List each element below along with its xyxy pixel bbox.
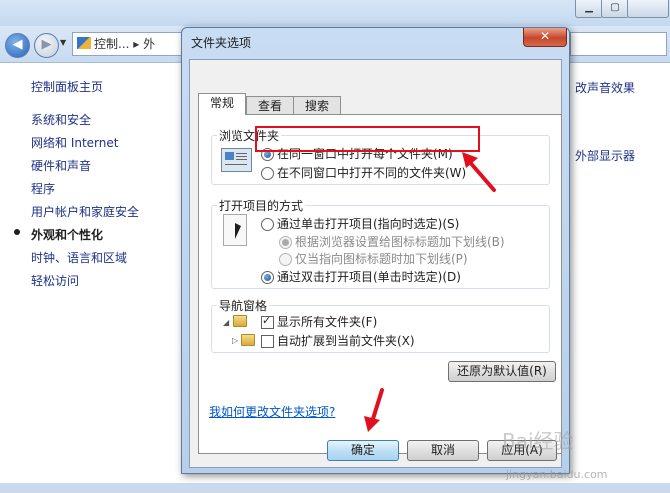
minimize-button[interactable]: ▁ <box>575 0 603 18</box>
highlight-box <box>255 126 480 152</box>
help-link[interactable]: 我如何更改文件夹选项? <box>209 403 335 420</box>
window-titlebar <box>0 0 670 26</box>
expanded-triangle-icon: ◢ <box>223 318 230 327</box>
click-items-title: 打开项目的方式 <box>217 197 306 214</box>
dialog-close-button[interactable]: ✕ <box>523 28 567 47</box>
sidebar-home-link[interactable]: 控制面板主页 <box>31 78 103 95</box>
sidebar-item-hardware-sound[interactable]: 硬件和声音 <box>31 157 91 174</box>
restore-defaults-button[interactable]: 还原为默认值(R) <box>448 361 556 382</box>
underline-point-label[interactable]: 仅当指向图标标题时加下划线(P) <box>295 250 468 267</box>
sidebar-item-programs[interactable]: 程序 <box>31 180 55 197</box>
search-input[interactable] <box>570 32 667 56</box>
sound-effects-link[interactable]: 改声音效果 <box>575 79 635 96</box>
new-window-radio[interactable] <box>261 167 274 180</box>
sidebar-item-network[interactable]: 网络和 Internet <box>31 134 118 151</box>
tab-search[interactable]: 搜索 <box>293 96 341 115</box>
single-click-icon <box>223 214 247 246</box>
mouse-cursor-icon <box>235 223 241 239</box>
window-bottom-border <box>0 483 670 493</box>
underline-point-radio[interactable] <box>279 253 292 266</box>
address-text: 控制... ▸ 外 <box>94 37 156 51</box>
auto-expand-checkbox[interactable] <box>261 335 274 348</box>
sidebar-item-system-security[interactable]: 系统和安全 <box>31 111 91 128</box>
dialog-title: 文件夹选项 <box>191 36 252 50</box>
new-window-label[interactable]: 在不同窗口中打开不同的文件夹(W) <box>277 164 466 181</box>
tab-view[interactable]: 查看 <box>246 96 294 115</box>
maximize-button[interactable]: ▢ <box>601 0 629 18</box>
sidebar-item-ease-of-access[interactable]: 轻松访问 <box>31 272 79 289</box>
watermark-text: Bai经验 <box>502 429 574 453</box>
window-close-button[interactable] <box>627 0 669 18</box>
underline-browser-label[interactable]: 根据浏览器设置给图标标题加下划线(B) <box>295 233 505 250</box>
collapsed-triangle-icon: ▷ <box>232 336 239 345</box>
single-click-radio[interactable] <box>261 218 274 231</box>
sidebar-item-appearance[interactable]: 外观和个性化 <box>31 226 103 243</box>
red-arrow-icon <box>364 388 384 432</box>
show-all-folders-checkbox[interactable] <box>261 314 274 329</box>
red-arrow-icon <box>462 152 496 192</box>
folder-icon <box>241 334 255 346</box>
sidebar-item-clock-region[interactable]: 时钟、语言和区域 <box>31 249 127 266</box>
double-click-label[interactable]: 通过双击打开项目(单击时选定)(D) <box>277 268 461 285</box>
navigation-pane-title: 导航窗格 <box>217 297 270 314</box>
show-all-folders-label[interactable]: 显示所有文件夹(F) <box>277 313 377 330</box>
browse-folders-icon <box>221 148 252 172</box>
back-arrow-icon: ◀ <box>12 37 23 52</box>
back-button[interactable]: ◀ <box>5 33 30 58</box>
auto-expand-label[interactable]: 自动扩展到当前文件夹(X) <box>277 332 415 349</box>
recent-pages-dropdown[interactable]: ▼ <box>60 38 66 47</box>
current-page-bullet <box>14 229 20 235</box>
single-click-label[interactable]: 通过单击打开项目(指向时选定)(S) <box>277 215 459 232</box>
cancel-button[interactable]: 取消 <box>407 440 479 461</box>
ok-button[interactable]: 确定 <box>327 440 399 461</box>
control-panel-icon <box>77 37 91 49</box>
underline-browser-radio[interactable] <box>279 236 292 249</box>
folder-icon <box>233 315 247 327</box>
sidebar-item-user-accounts[interactable]: 用户帐户和家庭安全 <box>31 203 139 220</box>
forward-arrow-icon: ▶ <box>41 37 52 52</box>
external-display-link[interactable]: 外部显示器 <box>575 147 635 164</box>
forward-button[interactable]: ▶ <box>34 33 59 58</box>
double-click-radio[interactable] <box>261 271 274 284</box>
watermark-url: jingyan.baidu.com <box>506 468 608 481</box>
tab-general[interactable]: 常规 <box>198 93 246 115</box>
